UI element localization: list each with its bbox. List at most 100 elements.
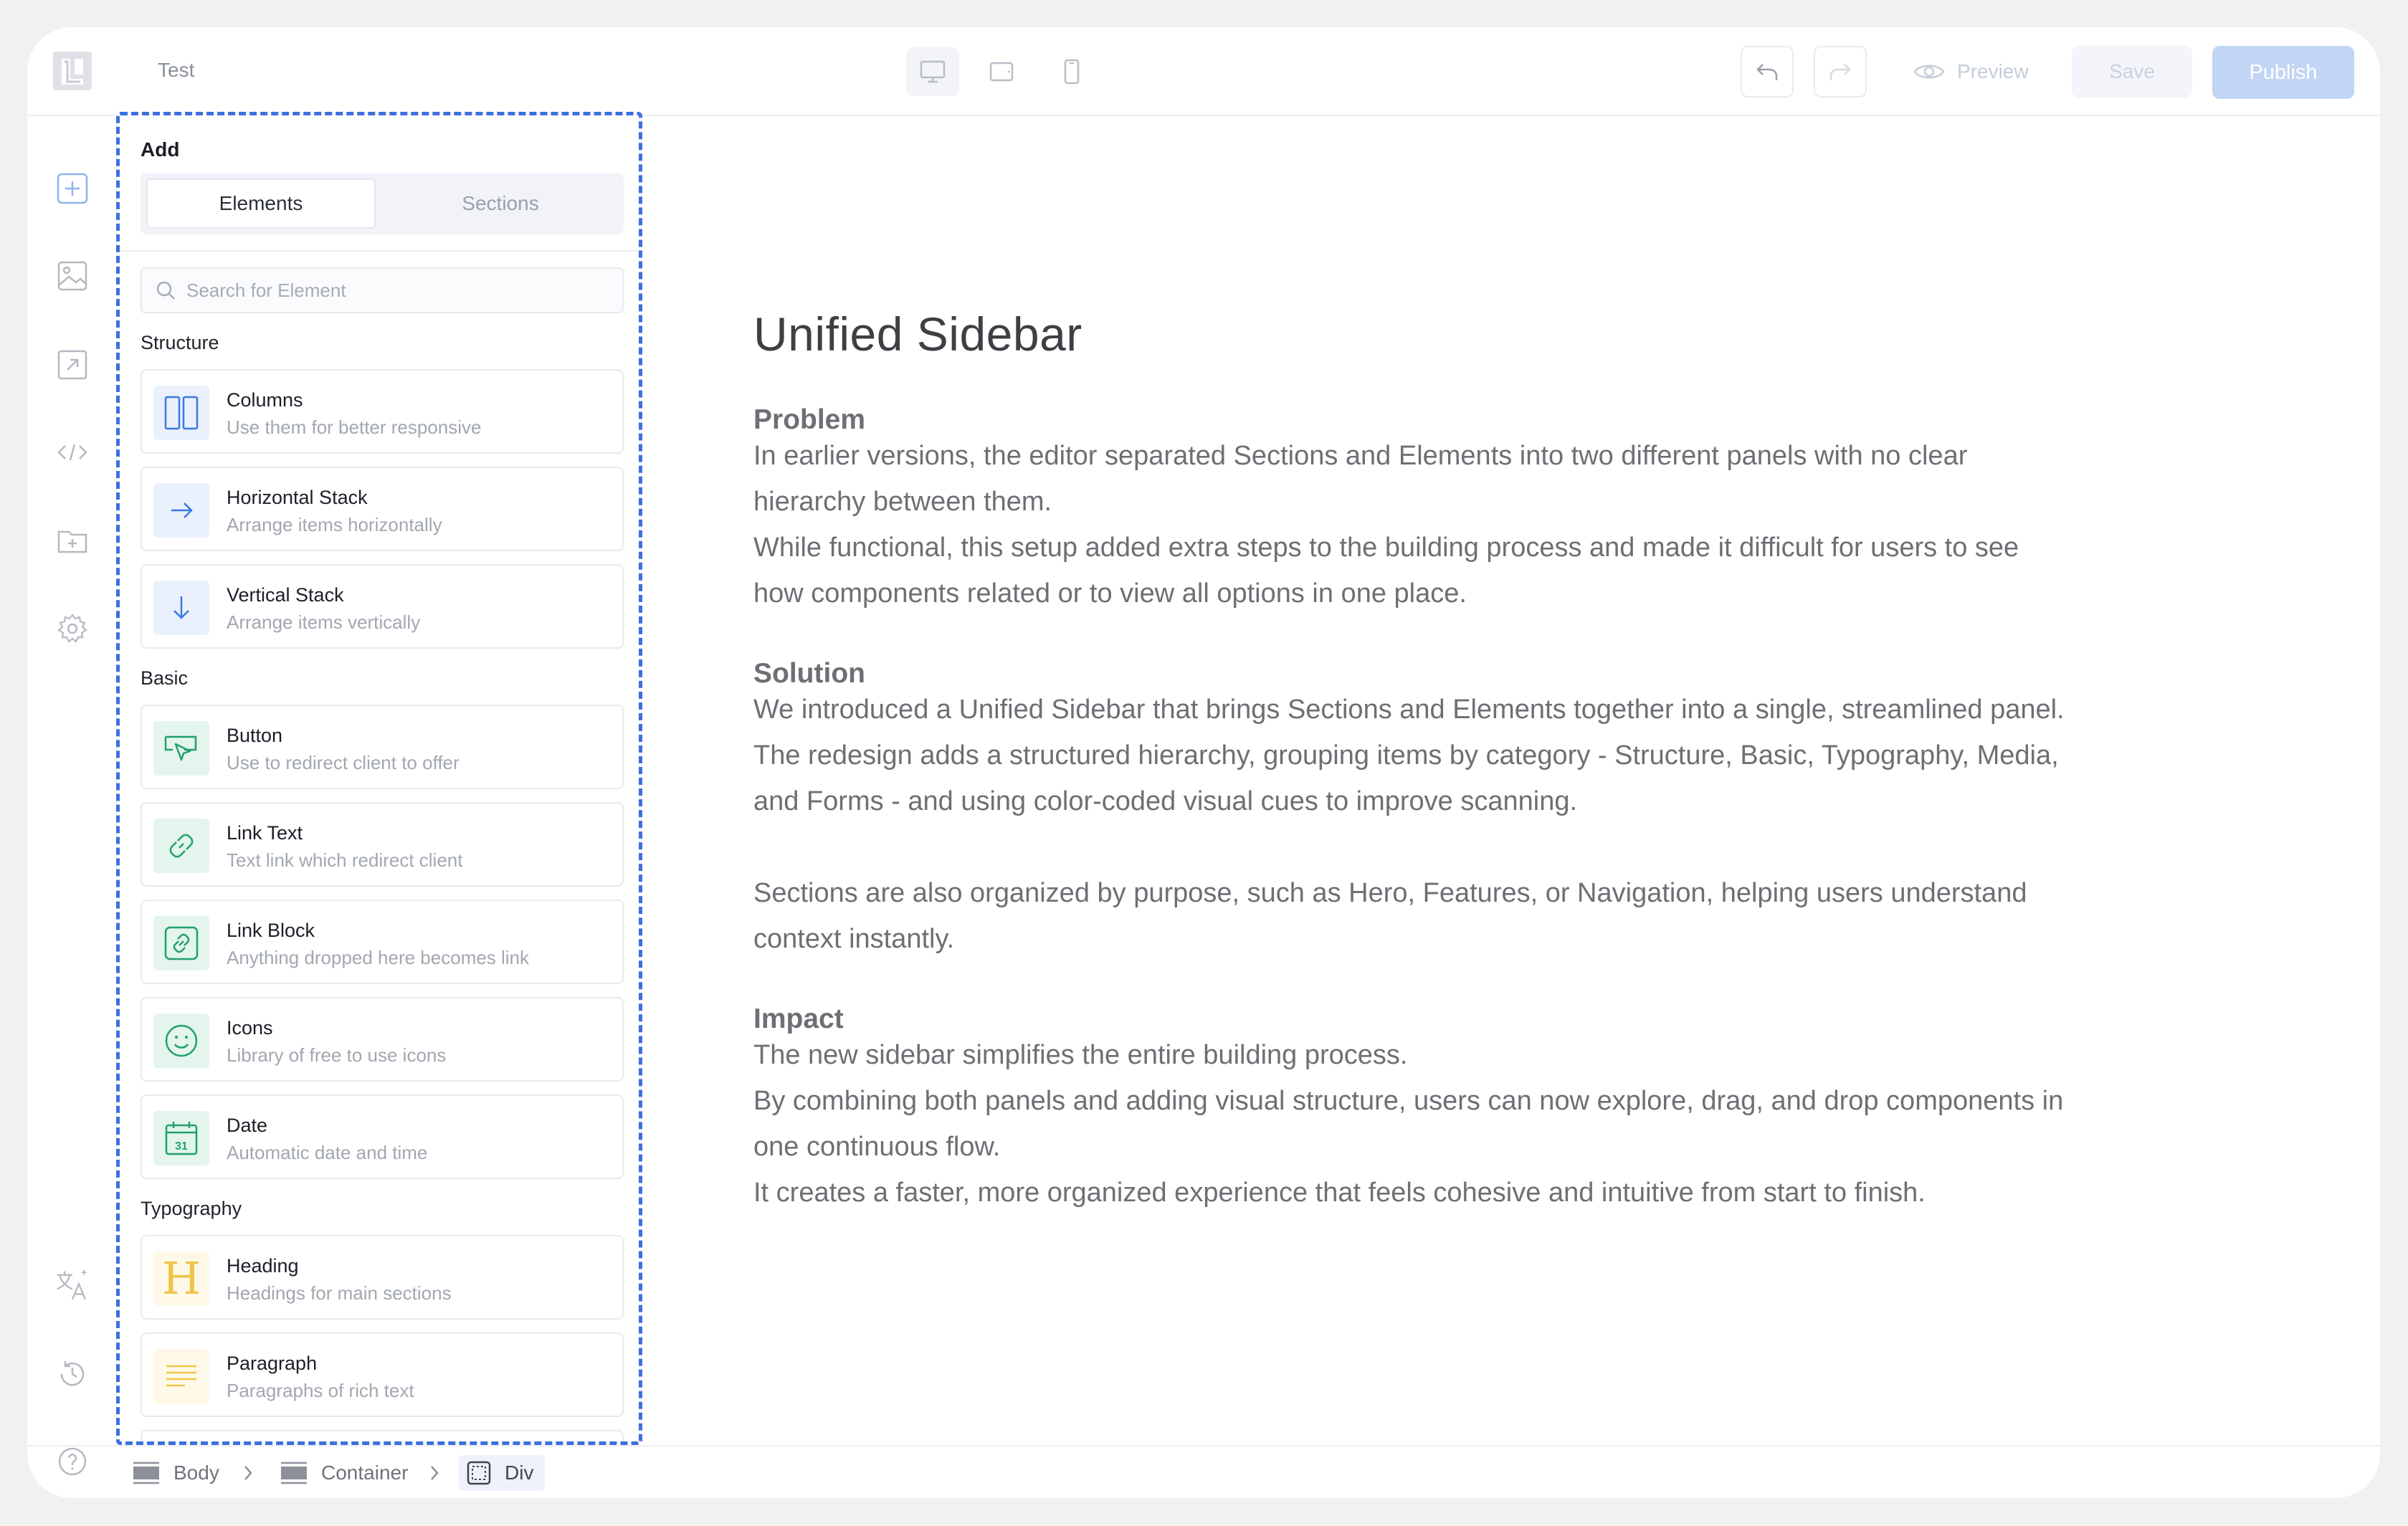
mobile-icon (1064, 59, 1080, 85)
eye-icon (1913, 65, 1945, 79)
element-card-next[interactable] (141, 1430, 624, 1441)
paragraph-icon (153, 1349, 209, 1403)
redo-icon (1829, 64, 1851, 80)
card-subtitle: Automatic date and time (227, 1142, 428, 1163)
add-icon[interactable] (54, 171, 90, 206)
card-title: Link Block (227, 920, 315, 941)
tablet-icon (989, 62, 1014, 82)
export-icon[interactable] (54, 347, 90, 383)
breadcrumb-label: Div (505, 1461, 534, 1484)
mobile-view-button[interactable] (1045, 47, 1098, 96)
section-heading-impact: Impact (753, 1003, 844, 1034)
card-title: Paragraph (227, 1353, 318, 1374)
calendar-day: 31 (175, 1140, 188, 1153)
section-heading-problem: Problem (753, 404, 866, 435)
category-structure: Structure (141, 332, 219, 353)
breadcrumb-item-div[interactable]: Div (459, 1455, 546, 1491)
element-card-link-text[interactable]: Link Text Text link which redirect clien… (141, 802, 624, 887)
paragraph: By combining both panels and adding visu… (753, 1086, 2064, 1162)
desktop-view-button[interactable] (906, 47, 959, 96)
history-icon[interactable] (54, 1356, 90, 1392)
paragraph: Sections are also organized by purpose, … (753, 878, 2027, 954)
breadcrumb-item-container[interactable]: Container (280, 1455, 408, 1491)
element-card-paragraph[interactable]: Paragraph Paragraphs of rich text (141, 1332, 624, 1417)
search-icon (156, 281, 175, 300)
panel-title: Add (141, 138, 180, 161)
paragraph: The new sidebar simplifies the entire bu… (753, 1040, 1408, 1070)
card-title: Heading (227, 1255, 299, 1277)
card-subtitle: Paragraphs of rich text (227, 1380, 414, 1401)
card-title: Horizontal Stack (227, 487, 368, 508)
card-subtitle: Text link which redirect client (227, 849, 463, 871)
category-typography: Typography (141, 1198, 242, 1219)
panel-tabs: Elements Sections (141, 173, 624, 234)
card-title: Button (227, 725, 283, 746)
button-click-icon (153, 721, 209, 776)
paragraph: We introduced a Unified Sidebar that bri… (753, 695, 2065, 816)
card-title: Columns (227, 389, 303, 411)
search-input[interactable] (186, 279, 588, 302)
code-icon[interactable] (54, 434, 90, 470)
element-search[interactable] (141, 267, 624, 313)
card-title: Date (227, 1115, 268, 1136)
card-subtitle: Library of free to use icons (227, 1044, 447, 1066)
div-element-icon (467, 1461, 491, 1485)
panel-divider (120, 250, 639, 252)
breadcrumb: Body Container Div (27, 1445, 2380, 1498)
save-button[interactable]: Save (2072, 46, 2192, 97)
element-card-button[interactable]: Button Use to redirect client to offer (141, 705, 624, 789)
breadcrumb-label: Body (173, 1461, 219, 1484)
body-element-icon (133, 1461, 159, 1484)
top-bar: Test Preview Save Publish (27, 27, 2380, 116)
card-subtitle: Arrange items horizontally (227, 514, 442, 535)
section-heading-solution: Solution (753, 658, 865, 689)
paragraph: In earlier versions, the editor separate… (753, 441, 1968, 517)
card-title: Icons (227, 1017, 273, 1039)
preview-label: Preview (1957, 60, 2029, 82)
chevron-right-icon (244, 1466, 252, 1480)
heading-icon: H (153, 1251, 209, 1306)
folder-icon[interactable] (54, 523, 90, 559)
settings-icon[interactable] (54, 611, 90, 647)
card-subtitle: Arrange items vertically (227, 611, 421, 633)
desktop-icon (920, 60, 946, 83)
element-card-horizontal-stack[interactable]: Horizontal Stack Arrange items horizonta… (141, 467, 624, 551)
columns-icon (153, 386, 209, 440)
element-card-columns[interactable]: Columns Use them for better responsive (141, 369, 624, 454)
left-rail (27, 116, 116, 1498)
undo-icon (1756, 64, 1778, 80)
add-panel: Add Elements Sections Structure Columns … (116, 112, 642, 1445)
arrow-right-icon (153, 483, 209, 538)
redo-button[interactable] (1814, 46, 1867, 97)
element-card-vertical-stack[interactable]: Vertical Stack Arrange items vertically (141, 564, 624, 649)
tab-elements[interactable]: Elements (146, 178, 376, 229)
editor-window: Test Preview Save Publish Add Elements S… (27, 27, 2380, 1498)
translate-icon[interactable] (54, 1267, 90, 1303)
link-block-icon (153, 916, 209, 971)
page-title: Unified Sidebar (753, 307, 1082, 361)
chevron-right-icon (431, 1466, 439, 1480)
project-name[interactable]: Test (158, 59, 194, 82)
undo-button[interactable] (1741, 46, 1794, 97)
card-subtitle: Headings for main sections (227, 1282, 452, 1304)
preview-button[interactable]: Preview (1913, 46, 2029, 97)
paragraph: While functional, this setup added extra… (753, 533, 2019, 609)
arrow-down-icon (153, 581, 209, 635)
element-card-icons[interactable]: Icons Library of free to use icons (141, 997, 624, 1082)
breadcrumb-label: Container (321, 1461, 409, 1484)
tablet-view-button[interactable] (975, 47, 1028, 96)
publish-button[interactable]: Publish (2212, 46, 2354, 99)
element-card-heading[interactable]: H Heading Headings for main sections (141, 1235, 624, 1320)
element-card-date[interactable]: 31 Date Automatic date and time (141, 1095, 624, 1179)
heading-glyph: H (161, 1252, 201, 1305)
app-logo-icon[interactable] (52, 50, 93, 92)
smiley-icon (153, 1014, 209, 1068)
image-icon[interactable] (54, 258, 90, 294)
link-icon (153, 819, 209, 873)
breadcrumb-item-body[interactable]: Body (132, 1455, 219, 1491)
tab-sections[interactable]: Sections (384, 178, 617, 229)
calendar-icon: 31 (153, 1111, 209, 1165)
paragraph: It creates a faster, more organized expe… (753, 1178, 1926, 1208)
element-card-link-block[interactable]: Link Block Anything dropped here becomes… (141, 900, 624, 984)
card-subtitle: Use to redirect client to offer (227, 752, 460, 773)
